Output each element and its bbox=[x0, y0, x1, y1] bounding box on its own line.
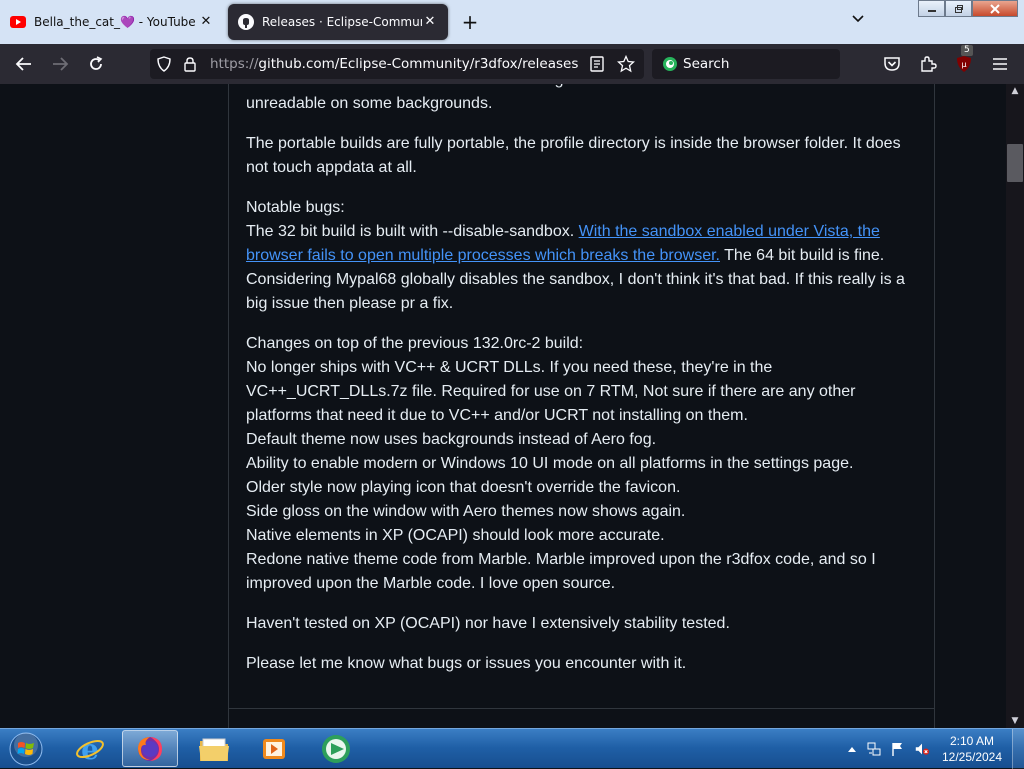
green-app-icon bbox=[322, 734, 350, 763]
pocket-button[interactable] bbox=[880, 52, 904, 76]
change-item: Older style now playing icon that doesn'… bbox=[246, 479, 681, 496]
page-viewport: the default theme now has translucent ba… bbox=[0, 84, 1006, 728]
url-bar[interactable]: https://github.com/Eclipse-Community/r3d… bbox=[150, 49, 644, 79]
change-item: Ability to enable modern or Windows 10 U… bbox=[246, 455, 854, 472]
youtube-icon bbox=[10, 14, 26, 30]
tab-title: Bella_the_cat_💜 - YouTube bbox=[34, 15, 196, 29]
clock-date: 12/25/2024 bbox=[941, 750, 1003, 764]
paragraph-portable-builds: The portable builds are fully portable, … bbox=[246, 135, 901, 176]
url-path: github.com/Eclipse-Community/r3dfox/rele… bbox=[258, 56, 579, 72]
change-item: Redone native theme code from Marble. Ma… bbox=[246, 551, 876, 592]
media-player-taskbar-button[interactable] bbox=[246, 730, 302, 767]
release-notes: the default theme now has translucent ba… bbox=[246, 84, 921, 692]
minimize-icon bbox=[927, 9, 936, 12]
tab-releases[interactable]: Releases · Eclipse-Community/r3dfox ✕ bbox=[228, 4, 448, 40]
scrollbar-thumb[interactable] bbox=[1007, 144, 1023, 182]
restore-button[interactable] bbox=[945, 0, 972, 17]
minimize-button[interactable] bbox=[918, 0, 945, 17]
tracking-protection-shield-icon[interactable] bbox=[156, 56, 172, 76]
network-icon bbox=[867, 742, 881, 756]
folder-icon bbox=[199, 738, 229, 761]
app-menu-button[interactable] bbox=[988, 52, 1012, 76]
svg-text:μ: μ bbox=[961, 60, 966, 69]
reload-button[interactable] bbox=[84, 52, 108, 76]
show-desktop-button[interactable] bbox=[1012, 729, 1024, 769]
url-scheme: https:// bbox=[210, 56, 259, 72]
paragraph-feedback-request: Please let me know what bugs or issues y… bbox=[246, 655, 687, 672]
navigation-toolbar: https://github.com/Eclipse-Community/r3d… bbox=[0, 44, 1024, 84]
change-item: Default theme now uses backgrounds inste… bbox=[246, 431, 657, 448]
notable-bugs-text: The 32 bit build is built with --disable… bbox=[246, 223, 579, 240]
window-controls bbox=[918, 0, 1018, 18]
network-tray-icon[interactable] bbox=[866, 741, 882, 757]
close-window-button[interactable] bbox=[972, 0, 1018, 17]
paragraph-testing-note: Haven't tested on XP (OCAPI) nor have I … bbox=[246, 615, 730, 632]
system-clock[interactable]: 2:10 AM 12/25/2024 bbox=[936, 733, 1008, 765]
url-text[interactable]: https://github.com/Eclipse-Community/r3d… bbox=[210, 56, 578, 72]
search-placeholder: Search bbox=[683, 56, 730, 72]
github-icon bbox=[238, 14, 254, 30]
change-item: Native elements in XP (OCAPI) should loo… bbox=[246, 527, 665, 544]
tab-title: Releases · Eclipse-Community/r3dfox bbox=[262, 15, 422, 29]
internet-explorer-icon: e bbox=[76, 734, 104, 764]
page-scrollbar[interactable]: ▲ ▼ bbox=[1006, 84, 1024, 728]
extension-badge: 5 bbox=[961, 45, 973, 56]
app-taskbar-button[interactable] bbox=[308, 730, 364, 767]
start-button[interactable] bbox=[0, 730, 52, 767]
pocket-icon bbox=[884, 57, 900, 71]
tab-strip: Bella_the_cat_💜 - YouTube ✕ Releases · E… bbox=[0, 0, 1024, 44]
search-engine-icon bbox=[661, 55, 679, 77]
changes-heading: Changes on top of the previous 132.0rc-2… bbox=[246, 335, 584, 352]
notable-bugs-heading: Notable bugs: bbox=[246, 199, 345, 216]
forward-arrow-icon bbox=[53, 57, 69, 71]
windows-start-orb-icon bbox=[9, 732, 43, 765]
ublock-shield-icon: μ bbox=[957, 56, 971, 72]
bookmark-star-icon[interactable] bbox=[616, 54, 636, 77]
hamburger-menu-icon bbox=[993, 58, 1007, 70]
scroll-up-arrow-icon[interactable]: ▲ bbox=[1006, 84, 1024, 98]
file-explorer-taskbar-button[interactable] bbox=[186, 730, 242, 767]
close-tab-icon[interactable]: ✕ bbox=[198, 14, 214, 30]
paragraph-changes: Changes on top of the previous 132.0rc-2… bbox=[246, 332, 921, 596]
chevron-down-icon bbox=[852, 15, 864, 23]
paragraph-notable-bugs: Notable bugs: The 32 bit build is built … bbox=[246, 196, 921, 316]
lock-icon[interactable] bbox=[183, 56, 197, 76]
firefox-icon bbox=[138, 736, 162, 761]
paragraph-theme-note: the default theme now has translucent ba… bbox=[246, 84, 840, 112]
ublock-origin-button[interactable]: μ 5 bbox=[952, 45, 976, 76]
speaker-muted-icon bbox=[915, 743, 930, 755]
scroll-down-arrow-icon[interactable]: ▼ bbox=[1006, 714, 1024, 728]
release-card-divider bbox=[229, 708, 934, 709]
back-button[interactable] bbox=[12, 52, 36, 76]
internet-explorer-taskbar-button[interactable]: e bbox=[62, 730, 118, 767]
clock-time: 2:10 AM bbox=[949, 734, 995, 748]
tab-youtube[interactable]: Bella_the_cat_💜 - YouTube ✕ bbox=[0, 4, 224, 40]
close-tab-icon[interactable]: ✕ bbox=[422, 14, 438, 30]
reload-icon bbox=[90, 56, 103, 70]
list-all-tabs-button[interactable] bbox=[846, 10, 870, 34]
reader-view-icon[interactable] bbox=[590, 56, 604, 76]
extensions-button[interactable] bbox=[916, 52, 940, 76]
close-icon bbox=[990, 3, 1000, 14]
action-center-tray-icon[interactable] bbox=[890, 741, 906, 757]
show-hidden-icons-button[interactable] bbox=[844, 741, 860, 757]
svg-text:e: e bbox=[81, 734, 99, 764]
windows-taskbar: e 2:10 AM 12/25/2024 bbox=[0, 728, 1024, 769]
puzzle-piece-icon bbox=[921, 56, 937, 72]
change-item: Side gloss on the window with Aero theme… bbox=[246, 503, 686, 520]
new-tab-button[interactable]: + bbox=[458, 10, 482, 34]
change-item: No longer ships with VC++ & UCRT DLLs. I… bbox=[246, 359, 856, 424]
chevron-up-icon bbox=[848, 747, 856, 752]
restore-icon bbox=[954, 4, 963, 13]
firefox-taskbar-button[interactable] bbox=[122, 730, 178, 767]
back-arrow-icon bbox=[15, 57, 31, 71]
flag-icon bbox=[892, 743, 902, 756]
media-player-icon bbox=[263, 738, 285, 759]
volume-tray-icon[interactable] bbox=[914, 741, 930, 757]
forward-button[interactable] bbox=[48, 52, 72, 76]
search-bar[interactable]: Search bbox=[652, 49, 840, 79]
